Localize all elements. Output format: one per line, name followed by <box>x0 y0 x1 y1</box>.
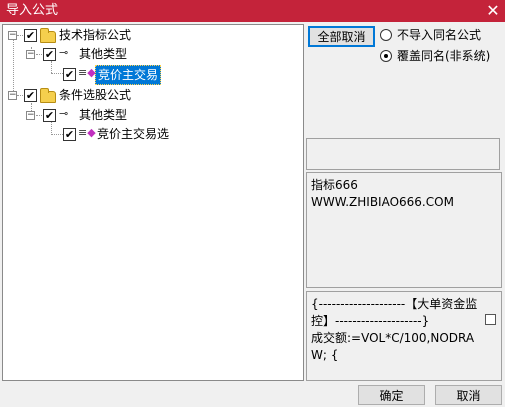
formula-tree[interactable]: − ✔ 技术指标公式 − ✔ ⊸ 其他类型 ✔ ≡◆ 竞价主交易 − ✔ 条件选… <box>2 24 304 381</box>
tree-item-stock-screening-formulas[interactable]: − ✔ 条件选股公式 <box>3 86 303 104</box>
code-option-checkbox[interactable] <box>485 314 496 325</box>
import-formula-dialog: 导入公式 ✕ − ✔ 技术指标公式 − ✔ ⊸ 其他类型 ✔ ≡◆ 竞价主交易 … <box>0 0 505 407</box>
formula-gem-icon: ≡◆ <box>78 66 96 79</box>
tree-expander[interactable]: − <box>8 31 17 40</box>
formula-info-panel: 指标666 WWW.ZHIBIAO666.COM <box>306 172 502 288</box>
formula-code-panel: {--------------------【大单资金监控】-----------… <box>306 291 502 381</box>
tree-item-label: 其他类型 <box>79 47 128 61</box>
window-title: 导入公式 <box>6 3 59 18</box>
tree-item-other-types-2[interactable]: − ✔ ⊸ 其他类型 <box>3 106 303 124</box>
tree-item-auction-main-trade[interactable]: ✔ ≡◆ 竞价主交易 <box>3 65 303 85</box>
info-line-name: 指标666 <box>311 178 358 192</box>
cancel-button[interactable]: 取消 <box>435 385 502 405</box>
tree-expander[interactable]: − <box>8 91 17 100</box>
formula-gem-icon: ≡◆ <box>78 126 96 139</box>
tree-expander[interactable]: − <box>26 50 35 59</box>
status-box <box>306 138 500 170</box>
close-icon[interactable]: ✕ <box>483 1 503 21</box>
tree-item-other-types-1[interactable]: − ✔ ⊸ 其他类型 <box>3 45 303 63</box>
radio-button[interactable] <box>380 29 392 41</box>
tree-checkbox[interactable]: ✔ <box>24 29 37 42</box>
radio-overwrite-duplicates[interactable]: 覆盖同名(非系统) <box>380 48 502 64</box>
radio-label: 不导入同名公式 <box>397 28 482 42</box>
title-bar[interactable]: 导入公式 ✕ <box>0 0 505 22</box>
tree-item-auction-main-trade-screen[interactable]: ✔ ≡◆ 竞价主交易选 <box>3 125 303 143</box>
tree-item-label: 竞价主交易选 <box>97 127 170 141</box>
folder-icon <box>40 88 56 103</box>
tree-item-label: 其他类型 <box>79 108 128 122</box>
radio-button[interactable] <box>380 50 392 62</box>
tree-item-technical-formulas[interactable]: − ✔ 技术指标公式 <box>3 26 303 44</box>
tree-checkbox[interactable]: ✔ <box>63 68 76 81</box>
radio-label: 覆盖同名(非系统) <box>397 49 491 63</box>
tree-item-label: 条件选股公式 <box>59 88 132 102</box>
tree-item-label: 竞价主交易 <box>95 65 162 85</box>
key-icon: ⊸ <box>59 107 69 120</box>
deselect-all-button[interactable]: 全部取消 <box>308 26 375 47</box>
folder-icon <box>40 28 56 43</box>
formula-code-text: {--------------------【大单资金监控】-----------… <box>311 297 478 362</box>
tree-checkbox[interactable]: ✔ <box>43 48 56 61</box>
tree-item-label: 技术指标公式 <box>59 28 132 42</box>
tree-expander[interactable]: − <box>26 111 35 120</box>
key-icon: ⊸ <box>59 46 69 59</box>
tree-checkbox[interactable]: ✔ <box>24 89 37 102</box>
ok-button[interactable]: 确定 <box>358 385 425 405</box>
tree-checkbox[interactable]: ✔ <box>43 109 56 122</box>
radio-no-import-duplicates[interactable]: 不导入同名公式 <box>380 27 500 43</box>
tree-checkbox[interactable]: ✔ <box>63 128 76 141</box>
info-line-website: WWW.ZHIBIAO666.COM <box>311 195 454 209</box>
